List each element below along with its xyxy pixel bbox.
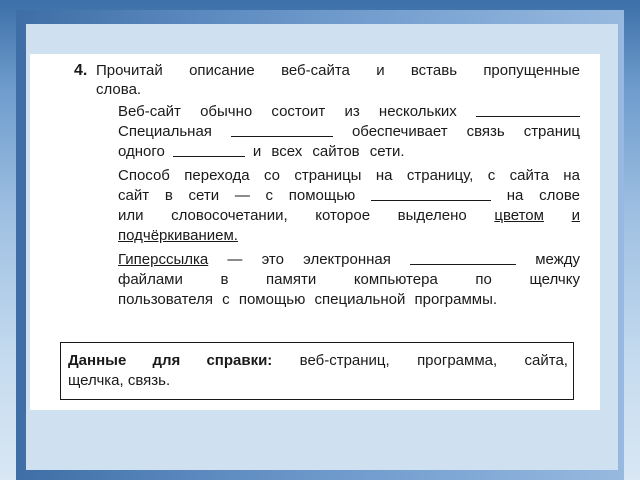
reference-box	[60, 342, 574, 400]
answer-blank[interactable]	[172, 143, 245, 157]
word: Прочитай	[96, 62, 163, 79]
word: перехода	[184, 167, 250, 184]
word: компьютера	[353, 271, 438, 288]
p1-line-3: одного и всех сайтов сети.	[118, 143, 580, 160]
word: по	[475, 271, 492, 288]
word: между	[535, 251, 580, 268]
word: помощью	[288, 187, 356, 204]
word: в	[220, 271, 229, 288]
p2-line-4: подчёркиванием.	[118, 227, 580, 244]
word: одного	[118, 143, 165, 160]
word: и	[376, 62, 385, 79]
word: вставь	[410, 62, 458, 79]
word: обеспечивает	[351, 123, 448, 140]
word: выделено	[397, 207, 467, 224]
reference-word: веб-страниц,	[299, 352, 390, 369]
word: состоит	[271, 103, 326, 120]
word: сайт	[118, 187, 150, 204]
answer-blank[interactable]	[230, 123, 333, 137]
p2-line-1: Способ перехода со страницы на страницу,…	[118, 167, 580, 184]
word: электронная	[303, 251, 391, 268]
word: пропущенные	[483, 62, 580, 79]
word: сайта	[509, 167, 549, 184]
word: файлами	[118, 271, 183, 288]
p1-line-2: Специальная обеспечивает связь страниц	[118, 123, 580, 140]
word: Специальная	[118, 123, 212, 140]
word: страниц	[523, 123, 580, 140]
sentence-end: и всех сайтов сети.	[252, 143, 405, 160]
answer-blank[interactable]	[371, 187, 491, 201]
underlined-word: цветом	[494, 207, 544, 224]
word: связь	[466, 123, 505, 140]
answer-blank[interactable]	[410, 251, 517, 265]
reference-line-1: Данные для справки: веб-страниц, програм…	[68, 352, 568, 369]
word: нескольких	[378, 103, 457, 120]
word: с	[487, 167, 496, 184]
p1-line-1: Веб-сайт обычно состоит из нескольких	[118, 103, 580, 120]
reference-word: сайта,	[524, 352, 568, 369]
p3-line-3: пользователя с помощью специальной прогр…	[118, 291, 580, 308]
reference-line-2: щелчка, связь.	[68, 372, 568, 389]
word: с	[265, 187, 274, 204]
sentence: пользователя с помощью специальной прогр…	[118, 291, 498, 308]
p3-line-2: файлами в памяти компьютера по щелчку	[118, 271, 580, 288]
p2-line-2: сайт в сети — с помощью на слове	[118, 187, 580, 204]
word: описание	[189, 62, 255, 79]
word: —	[234, 187, 250, 204]
word: слова.	[96, 81, 142, 98]
word: щелчку	[529, 271, 580, 288]
word: словосочетании,	[171, 207, 288, 224]
word: на	[375, 167, 393, 184]
p3-line-1: Гиперссылка — это электронная между	[118, 251, 580, 268]
reference-words: щелчка, связь.	[68, 372, 171, 389]
word: слове	[539, 187, 580, 204]
word: веб-сайта	[281, 62, 350, 79]
word: памяти	[266, 271, 317, 288]
word: на	[563, 167, 580, 184]
word: Способ	[118, 167, 170, 184]
word: из	[344, 103, 360, 120]
word: на	[506, 187, 524, 204]
underlined-word: Гиперссылка	[118, 251, 209, 268]
reference-label: Данные для справки:	[68, 352, 273, 369]
word: которое	[315, 207, 371, 224]
word: со	[263, 167, 280, 184]
word: или	[118, 207, 144, 224]
answer-blank[interactable]	[476, 103, 580, 117]
word: обычно	[200, 103, 253, 120]
underlined-word: подчёркиванием.	[118, 227, 238, 244]
word: —	[227, 251, 243, 268]
word: в	[164, 187, 173, 204]
intro-line-1: Прочитай описание веб-сайта и вставь про…	[96, 62, 580, 79]
task-number: 4.	[74, 62, 88, 79]
underlined-word: и	[571, 207, 580, 224]
word: страницы	[294, 167, 362, 184]
word: страницу,	[406, 167, 474, 184]
intro-line-2: слова.	[96, 81, 558, 98]
word: Веб-сайт	[118, 103, 181, 120]
p2-line-3: или словосочетании, которое выделено цве…	[118, 207, 580, 224]
reference-word: программа,	[417, 352, 498, 369]
word: это	[261, 251, 284, 268]
word: сети	[188, 187, 220, 204]
